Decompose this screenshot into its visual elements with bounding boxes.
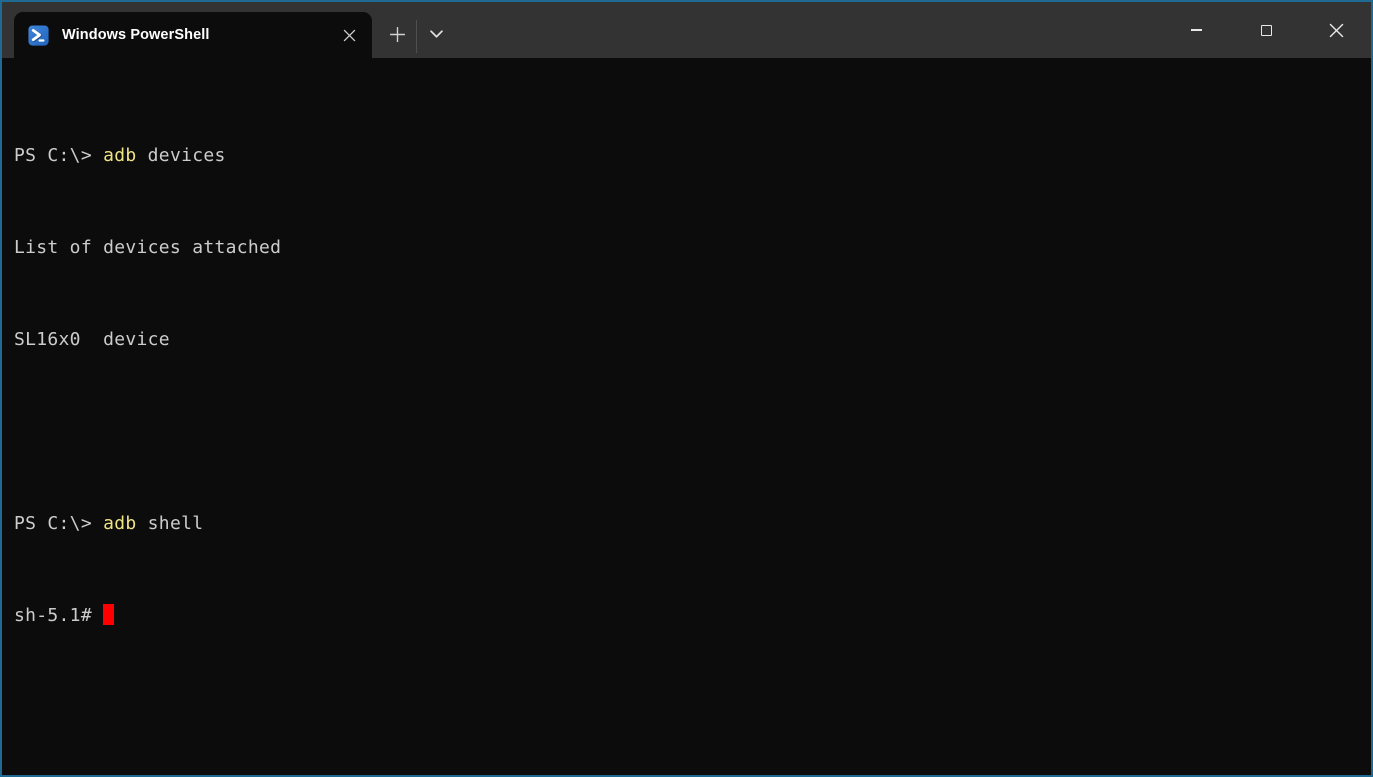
command-text: adb [103, 145, 136, 166]
terminal-screen[interactable]: PS C:\> adb devices List of devices atta… [2, 58, 1371, 775]
prompt-text: sh-5.1# [14, 605, 103, 626]
titlebar-drag-region[interactable] [455, 2, 1161, 58]
tab-bar-actions [378, 2, 455, 58]
tab-windows-powershell[interactable]: Windows PowerShell [14, 12, 372, 58]
minimize-button[interactable] [1161, 2, 1231, 58]
output-text: List of devices attached [14, 237, 281, 258]
prompt-text: PS C:\> [14, 145, 103, 166]
argument-text: shell [137, 513, 204, 534]
tab-title: Windows PowerShell [62, 27, 332, 43]
maximize-button[interactable] [1231, 2, 1301, 58]
terminal-line: List of devices attached [14, 236, 1371, 259]
plus-icon [389, 26, 406, 43]
terminal-line: PS C:\> adb shell [14, 512, 1371, 535]
window-controls [1161, 2, 1371, 58]
maximize-icon [1261, 25, 1272, 36]
close-icon [343, 29, 356, 42]
terminal-line [14, 420, 1371, 443]
command-text: adb [103, 513, 136, 534]
terminal-line: sh-5.1# [14, 604, 1371, 627]
chevron-down-icon [430, 30, 443, 38]
terminal-line: PS C:\> adb devices [14, 144, 1371, 167]
powershell-icon [28, 25, 49, 46]
prompt-text: PS C:\> [14, 513, 103, 534]
titlebar: Windows PowerShell [2, 2, 1371, 58]
argument-text: devices [137, 145, 226, 166]
new-tab-button[interactable] [378, 15, 416, 53]
minimize-icon [1191, 29, 1202, 31]
tab-dropdown-button[interactable] [417, 15, 455, 53]
close-icon [1329, 23, 1344, 38]
tab-close-button[interactable] [332, 19, 366, 51]
terminal-window: Windows PowerShell [0, 0, 1373, 777]
terminal-cursor [103, 604, 114, 625]
output-text: SL16x0 device [14, 329, 170, 350]
close-button[interactable] [1301, 2, 1371, 58]
terminal-line: SL16x0 device [14, 328, 1371, 351]
